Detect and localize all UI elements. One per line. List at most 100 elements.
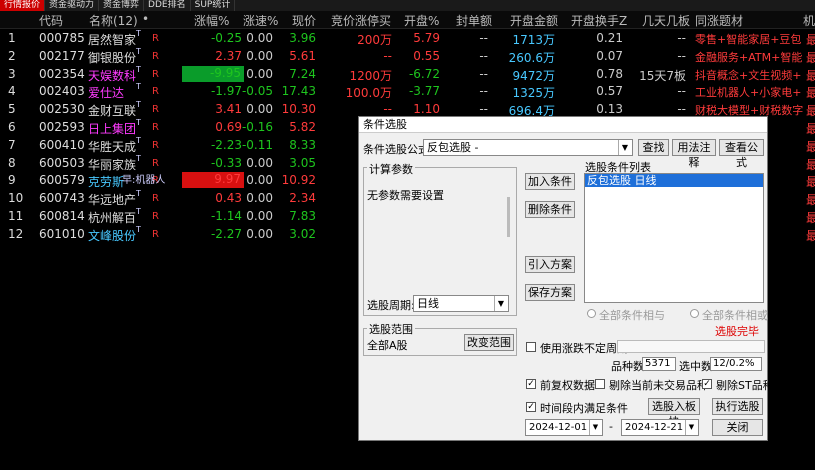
progress-bar	[617, 340, 765, 353]
row-index: 4	[8, 84, 16, 99]
more: 最	[806, 193, 815, 208]
tab-sup[interactable]: SUP统计	[191, 0, 236, 11]
tab-fund-drive[interactable]: 资金驱动力	[45, 0, 100, 11]
time-range-checkbox[interactable]: ✓	[526, 402, 536, 412]
r-flag: R	[152, 68, 159, 80]
col-price[interactable]: 现价	[292, 12, 316, 29]
stock-name: 华丽家族	[88, 157, 137, 172]
days-boards: --	[677, 84, 686, 99]
col-name[interactable]: 名称(12)	[89, 12, 138, 29]
row-index: 3	[8, 66, 16, 81]
stock-code: 600579	[39, 173, 85, 188]
speed-pct: 0.00	[246, 155, 273, 170]
speed-pct: 0.00	[246, 173, 273, 188]
import-plan-button[interactable]: 引入方案	[525, 256, 575, 273]
more: 最	[806, 139, 815, 154]
all-and-radio[interactable]	[587, 309, 596, 318]
speed-pct: -0.05	[241, 84, 273, 99]
stock-code: 002177	[39, 48, 85, 63]
r-flag: R	[152, 50, 159, 62]
date-from-value: 2024-12-01	[529, 422, 588, 433]
table-row[interactable]: 4 002403 爱仕达 T R -1.97 -0.05 17.43 100.0万 -3.77 --…	[0, 82, 815, 101]
t-flag: T	[136, 82, 141, 92]
concept: 金融服务+ATM+智能	[695, 50, 803, 64]
speed-pct: 0.00	[246, 102, 273, 117]
change-scope-button[interactable]: 改变范围	[464, 334, 514, 351]
execute-button[interactable]: 执行选股	[712, 398, 763, 415]
col-open[interactable]: 开盘%	[404, 12, 439, 29]
stock-name: 爱仕达	[88, 86, 125, 101]
speed-pct: 0.00	[246, 226, 273, 241]
uncertain-period-checkbox[interactable]	[526, 342, 536, 352]
bid-limit-buy: 200万	[357, 33, 392, 47]
col-more[interactable]: 机	[803, 12, 815, 29]
count-label: 品种数	[611, 360, 644, 373]
open-pct: -3.77	[408, 84, 440, 99]
exclude-st-label: 剔除ST品种	[716, 379, 774, 392]
stock-code: 000785	[39, 31, 85, 45]
view-formula-button[interactable]: 查看公式	[719, 139, 764, 169]
tab-fund-game[interactable]: 资金博弈	[99, 0, 145, 11]
delete-condition-button[interactable]: 删除条件	[525, 201, 575, 218]
col-change[interactable]: 涨幅%	[194, 12, 229, 29]
condition-list-item[interactable]: 反包选股 日线	[585, 174, 763, 187]
bid-limit-buy: 1200万	[349, 68, 392, 83]
find-button[interactable]: 查找	[638, 139, 669, 156]
no-params-text: 无参数需要设置	[367, 189, 444, 202]
params-scrollbar[interactable]	[507, 197, 510, 237]
price: 2.34	[289, 191, 316, 206]
chevron-down-icon[interactable]: ▼	[685, 420, 697, 435]
chevron-down-icon[interactable]: ▼	[618, 140, 631, 155]
formula-select[interactable]: 反包选股 - ▼	[423, 139, 633, 156]
all-or-radio[interactable]	[690, 309, 699, 318]
add-condition-button[interactable]: 加入条件	[525, 173, 575, 190]
close-button[interactable]: 关闭	[712, 419, 763, 436]
date-from-field[interactable]: 2024-12-01 ▼	[525, 419, 603, 436]
table-row[interactable]: 3 002354 天娱数科 T R -9.95 0.00 7.24 1200万 -6.72 -- 94…	[0, 65, 815, 84]
t-flag: T	[136, 46, 141, 56]
col-concept[interactable]: 同涨题材	[695, 12, 743, 29]
pre-adj-checkbox[interactable]: ✓	[526, 379, 536, 389]
col-code[interactable]: 代码	[39, 12, 63, 29]
chevron-down-icon[interactable]: ▼	[494, 296, 507, 311]
save-plan-button[interactable]: 保存方案	[525, 284, 575, 301]
table-row[interactable]: 2 002177 御银股份 T R 2.37 0.00 5.61 -- 0.55 -- 260.6万 0…	[0, 46, 815, 66]
date-to-field[interactable]: 2024-12-21 ▼	[621, 419, 699, 436]
chevron-down-icon[interactable]: ▼	[589, 420, 601, 435]
period-label: 选股周期:	[367, 299, 415, 312]
change-pct: -1.14	[210, 209, 242, 223]
col-open-amt[interactable]: 开盘金额	[510, 12, 558, 29]
tab-dde[interactable]: DDE排名	[144, 0, 191, 11]
period-value: 日线	[417, 297, 439, 310]
exclude-untraded-checkbox[interactable]	[595, 379, 605, 389]
r-flag: R	[152, 157, 159, 169]
days-boards: --	[677, 48, 686, 63]
stock-code: 002530	[39, 102, 85, 117]
usage-button[interactable]: 用法注释	[672, 139, 716, 169]
condition-picker-dialog: 条件选股 条件选股公式 反包选股 - ▼ 查找 用法注释 查看公式 计算参数 无…	[358, 116, 774, 441]
col-seal[interactable]: 封单额	[456, 12, 492, 29]
t-flag: T	[136, 100, 141, 110]
col-speed[interactable]: 涨速%	[243, 12, 278, 29]
col-turnover[interactable]: 开盘换手Z	[571, 12, 627, 29]
open-pct: 5.79	[413, 31, 440, 45]
tab-quotes[interactable]: 行情报价	[0, 0, 46, 11]
col-bid[interactable]: 竞价涨停买	[331, 12, 391, 29]
date-separator: -	[609, 420, 613, 433]
top-tabs: 行情报价 资金驱动力 资金博弈 DDE排名 SUP统计	[0, 0, 815, 11]
concept: 零售+智能家居+豆包	[695, 33, 802, 46]
to-block-button[interactable]: 选股入板块	[648, 398, 700, 428]
days-boards: --	[677, 102, 686, 117]
formula-value: 反包选股 -	[427, 141, 479, 154]
table-row[interactable]: 1 000785 居然智家 T R -0.25 0.00 3.96 200万 5.79 -- 1713…	[0, 29, 815, 48]
more: 最	[806, 50, 815, 65]
period-select[interactable]: 日线 ▼	[413, 295, 509, 312]
stock-name: 华胜天成	[88, 139, 137, 154]
condition-list[interactable]: 反包选股 日线	[584, 173, 764, 303]
row-index: 2	[8, 48, 16, 63]
change-pct: -9.95	[182, 65, 244, 82]
col-days[interactable]: 几天几板	[642, 12, 690, 29]
price: 5.82	[289, 120, 316, 134]
exclude-st-checkbox[interactable]: ✓	[702, 379, 712, 389]
more: 最	[806, 175, 815, 190]
